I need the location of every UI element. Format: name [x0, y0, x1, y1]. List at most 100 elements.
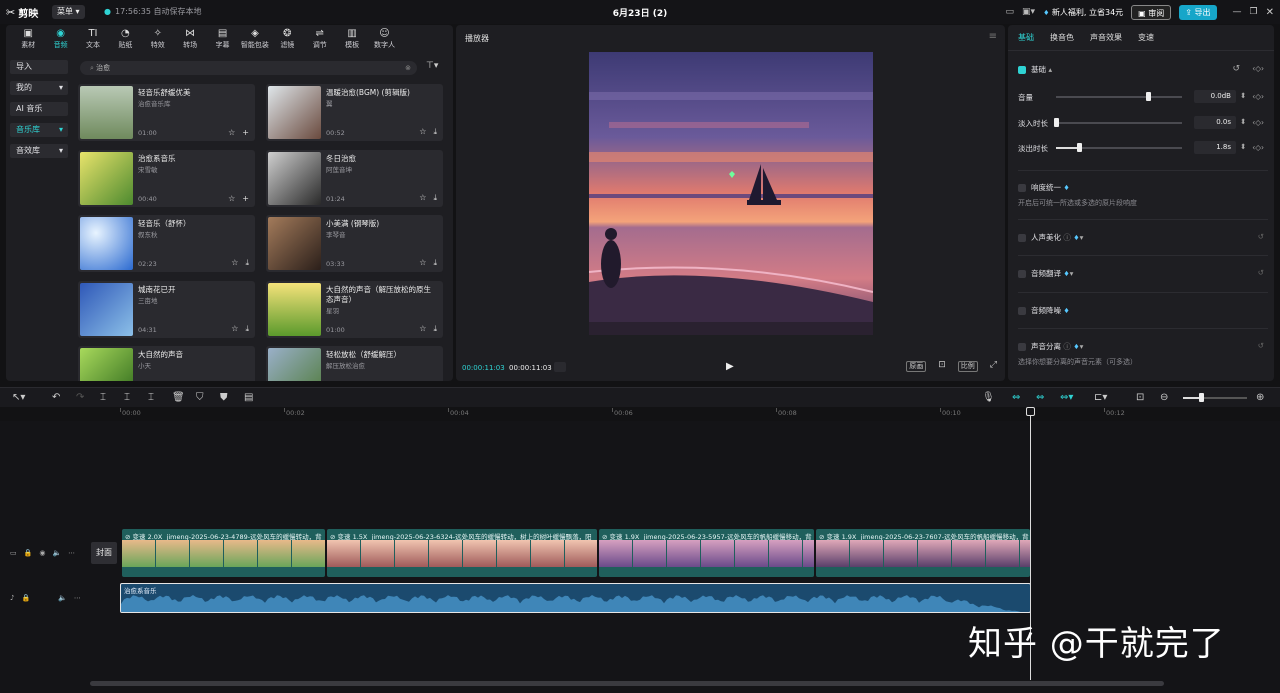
layout-icon[interactable]: ▭: [1006, 7, 1015, 17]
select-tool-icon[interactable]: ↖▾: [12, 392, 25, 403]
music-card[interactable]: 小美满 (钢琴版) 李琴音 03:33 ☆ ⤓: [266, 215, 443, 272]
clear-search-icon[interactable]: ⊗: [405, 61, 411, 75]
fade-out-slider-knob[interactable]: [1076, 143, 1082, 152]
close-icon[interactable]: ✕: [1266, 7, 1274, 18]
category-tab-8[interactable]: ❂ 滤镜: [271, 25, 303, 51]
voice-separation-checkbox[interactable]: [1018, 343, 1026, 351]
time-ruler[interactable]: 00:00 00:02 00:04 00:06 00:08 00:10 00:12: [120, 407, 1280, 421]
music-card[interactable]: 冬日治愈 阿莲音坤 01:24 ☆ ⤓: [266, 149, 443, 207]
nav-import[interactable]: 导入: [10, 60, 68, 74]
favorite-star-icon[interactable]: ☆: [419, 193, 426, 203]
music-card[interactable]: 大自然的声音（解压放松的原生态声音） 星羽 01:00 ☆ ⤓: [266, 280, 443, 338]
nav-ai-music[interactable]: AI 音乐: [10, 102, 68, 116]
caption-edit-icon[interactable]: ▤: [244, 392, 253, 403]
more-icon[interactable]: ⋯: [68, 549, 75, 557]
delete-icon[interactable]: 🗑: [172, 392, 185, 403]
music-card[interactable]: 大自然的声音小天☆⤓: [78, 346, 255, 381]
download-icon[interactable]: ⤓: [245, 324, 249, 334]
loudness-checkbox[interactable]: [1018, 184, 1026, 192]
timecode-toggle-icon[interactable]: [554, 362, 566, 372]
filter-icon[interactable]: ⊤▾: [426, 61, 438, 71]
noise-reduce-checkbox[interactable]: [1018, 307, 1026, 315]
timeline-scrollbar[interactable]: [90, 681, 1164, 686]
cover-button[interactable]: 封面: [91, 542, 117, 564]
favorite-star-icon[interactable]: ☆: [228, 194, 235, 203]
volume-value-input[interactable]: 0.0dB: [1194, 90, 1236, 103]
preview-axis-icon[interactable]: ⊏▾: [1094, 392, 1107, 403]
category-tab-3[interactable]: ◔ 贴纸: [109, 25, 141, 51]
add-icon[interactable]: +: [242, 128, 249, 137]
speaker-icon[interactable]: 🔈: [58, 594, 67, 602]
promo-link[interactable]: ♦ 新人福利, 立省34元: [1043, 7, 1123, 18]
music-card[interactable]: 城南花已开 三亩地 04:31 ☆ ⤓: [78, 280, 255, 338]
inspector-tab-1[interactable]: 换音色: [1050, 25, 1074, 50]
inspector-tab-2[interactable]: 声音效果: [1090, 25, 1122, 50]
download-icon[interactable]: ⤓: [433, 193, 437, 203]
category-tab-11[interactable]: ☺ 数字人: [368, 25, 400, 51]
music-card[interactable]: 轻松放松（舒缓解压）解压放松治愈☆⤓: [266, 346, 443, 381]
audio-track-icon[interactable]: ♪: [10, 594, 14, 602]
fade-in-keyframe-icon[interactable]: ‹◇›: [1252, 118, 1264, 127]
eye-icon[interactable]: ◉: [39, 549, 45, 557]
category-tab-1[interactable]: ◉ 音频: [44, 25, 76, 51]
volume-slider-knob[interactable]: [1145, 92, 1151, 101]
video-preview[interactable]: [589, 52, 873, 335]
layout-switch-icon[interactable]: ▣▾: [1022, 7, 1035, 17]
screenshot-icon[interactable]: ⊡: [936, 361, 948, 372]
full-view-icon[interactable]: ⊡: [1136, 392, 1144, 403]
minimize-icon[interactable]: —: [1233, 7, 1242, 17]
zoom-slider[interactable]: [1183, 393, 1247, 402]
shield-icon[interactable]: ⛊: [220, 392, 228, 403]
category-tab-4[interactable]: ✧ 特效: [142, 25, 174, 51]
auto-snap-icon[interactable]: ⇔: [1036, 392, 1044, 403]
favorite-star-icon[interactable]: ☆: [231, 324, 238, 334]
category-tab-6[interactable]: ▤ 字幕: [206, 25, 238, 51]
fade-out-slider[interactable]: [1056, 143, 1182, 152]
favorite-star-icon[interactable]: ☆: [419, 324, 426, 334]
speaker-icon[interactable]: 🔈: [52, 549, 61, 557]
reset-icon[interactable]: ↺: [1258, 341, 1264, 350]
zoom-in-icon[interactable]: ⊕: [1256, 392, 1264, 403]
export-button[interactable]: ⇪ 导出: [1179, 4, 1217, 20]
music-card[interactable]: 治愈系音乐 宋雪敏 00:40 ☆ +: [78, 149, 255, 207]
lock-icon[interactable]: 🔒: [21, 594, 30, 602]
fade-out-keyframe-icon[interactable]: ‹◇›: [1252, 143, 1264, 152]
voice-beauty-checkbox[interactable]: [1018, 234, 1026, 242]
review-button[interactable]: ▣ 审阅: [1131, 4, 1172, 20]
search-input[interactable]: ⌕ 治愈 ⊗: [80, 61, 417, 75]
keyframe-icon[interactable]: ‹◇›: [1252, 64, 1264, 73]
add-icon[interactable]: +: [242, 194, 249, 203]
audio-clip[interactable]: 治愈系音乐: [120, 583, 1031, 613]
player-menu-icon[interactable]: ≡: [989, 31, 997, 42]
nav-sfx-library[interactable]: 音效库 ▾: [10, 144, 68, 158]
split-left-icon[interactable]: ⌶: [124, 392, 130, 403]
zoom-slider-knob[interactable]: [1199, 393, 1204, 402]
download-icon[interactable]: ⤓: [433, 258, 437, 268]
basic-checkbox[interactable]: [1018, 66, 1026, 74]
category-tab-5[interactable]: ⋈ 转场: [174, 25, 206, 51]
favorite-star-icon[interactable]: ☆: [419, 258, 426, 268]
reset-icon[interactable]: ↺: [1258, 232, 1264, 241]
menu-button[interactable]: 菜单 ▾: [52, 5, 85, 19]
playhead-handle[interactable]: [1026, 407, 1035, 416]
split-icon[interactable]: ⌶: [100, 392, 106, 403]
fade-in-slider[interactable]: [1054, 118, 1182, 127]
undo-icon[interactable]: ↶: [52, 392, 60, 403]
favorite-star-icon[interactable]: ☆: [231, 258, 238, 268]
reset-icon[interactable]: ↺: [1258, 268, 1264, 277]
linkage-icon[interactable]: ⇔▾: [1060, 392, 1073, 403]
video-clip[interactable]: ⊘ 变速 1.9X jimeng-2025-06-23-7607-远处风车的帆船…: [816, 529, 1030, 577]
volume-slider[interactable]: [1056, 92, 1182, 101]
category-tab-10[interactable]: ▥ 模板: [336, 25, 368, 51]
fade-out-stepper-icon[interactable]: ⬍: [1240, 142, 1246, 151]
download-icon[interactable]: ⤓: [245, 258, 249, 268]
music-card[interactable]: 温暖治愈(BGM) (剪辑版) 翼 00:52 ☆ ⤓: [266, 84, 443, 141]
mark-icon[interactable]: ⛉: [196, 392, 204, 403]
music-card[interactable]: 轻音乐（舒怀） 叙东秋 02:23 ☆ ⤓: [78, 215, 255, 272]
download-icon[interactable]: ⤓: [433, 127, 437, 137]
ratio-button[interactable]: 比例: [957, 361, 978, 372]
video-clip[interactable]: ⊘ 变速 2.0X jimeng-2025-06-23-4789-远处风车的缓慢…: [122, 529, 325, 577]
volume-stepper-icon[interactable]: ⬍: [1240, 91, 1246, 100]
reset-icon[interactable]: ↺: [1232, 64, 1240, 74]
category-tab-2[interactable]: TI 文本: [77, 25, 109, 51]
